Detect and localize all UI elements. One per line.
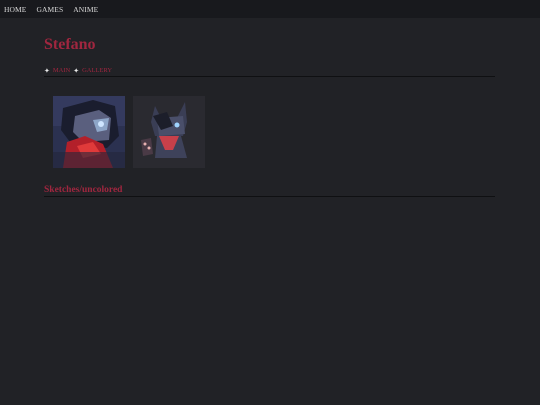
- star-bullet-icon: ✦: [73, 66, 80, 75]
- top-navigation-bar: HOME GAMES ANIME: [0, 0, 540, 18]
- page-title: Stefano: [44, 36, 96, 53]
- portrait-artwork-image: [53, 96, 125, 168]
- breadcrumb: ✦ MAIN ✦ GALLERY: [44, 65, 495, 77]
- nav-link-anime[interactable]: ANIME: [73, 5, 98, 14]
- breadcrumb-link-gallery[interactable]: GALLERY: [82, 67, 112, 74]
- nav-link-home[interactable]: HOME: [4, 5, 26, 14]
- chibi-wolf-artwork-image: [133, 96, 205, 168]
- section-title-sketches: Sketches/uncolored: [44, 185, 495, 197]
- thumbnail-chibi-wolf[interactable]: [133, 96, 205, 168]
- thumbnail-colored-portrait[interactable]: [53, 96, 125, 168]
- star-bullet-icon: ✦: [44, 66, 50, 75]
- nav-link-games[interactable]: GAMES: [36, 5, 63, 14]
- breadcrumb-link-main[interactable]: MAIN: [53, 67, 70, 74]
